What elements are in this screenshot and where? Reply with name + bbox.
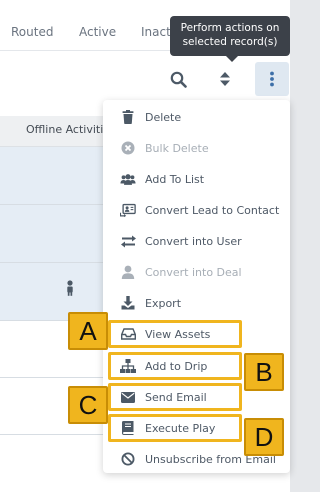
tab-inactive[interactable]: Inact: [141, 25, 171, 39]
menu-item-label: Bulk Delete: [145, 141, 209, 155]
menu-item-label: Convert Lead to Contact: [145, 203, 280, 217]
tooltip-arrow: [226, 56, 238, 62]
trash-icon: [120, 109, 136, 125]
tab-active[interactable]: Active: [79, 25, 116, 39]
actions-tooltip: Perform actions on selected record(s): [170, 16, 290, 62]
tab-routed[interactable]: Routed: [11, 25, 53, 39]
menu-item-label: Add To List: [145, 172, 205, 186]
envelope-icon: [120, 389, 136, 405]
annotation-badge-c: C: [68, 386, 108, 424]
users-icon: [120, 171, 136, 187]
menu-item-add-to-list[interactable]: Add To List: [103, 165, 290, 193]
book-icon: [120, 420, 136, 436]
menu-item-label: Convert into User: [145, 234, 242, 248]
menu-item-convert-into-user[interactable]: Convert into User: [103, 227, 290, 255]
menu-item-label: Export: [145, 296, 182, 310]
menu-item-label: Convert into Deal: [145, 265, 242, 279]
contact-card-icon: [120, 202, 136, 218]
sort-icon[interactable]: [213, 66, 237, 92]
inbox-icon: [120, 326, 136, 342]
swap-arrows-icon: [120, 233, 136, 249]
menu-item-bulk-delete[interactable]: Bulk Delete: [103, 134, 290, 162]
menu-item-convert-into-deal[interactable]: Convert into Deal: [103, 258, 290, 286]
column-header-offline-activities[interactable]: Offline Activiti: [26, 123, 103, 136]
menu-item-label: Delete: [145, 110, 182, 124]
menu-item-view-assets[interactable]: View Assets: [103, 320, 290, 348]
sitemap-icon: [120, 358, 136, 374]
menu-item-delete[interactable]: Delete: [103, 103, 290, 131]
search-icon[interactable]: [166, 66, 190, 92]
annotation-badge-a: A: [68, 312, 108, 350]
more-vertical-icon[interactable]: [255, 62, 289, 96]
menu-item-label: View Assets: [145, 327, 211, 341]
x-circle-icon: [120, 140, 136, 156]
person-icon: [120, 264, 136, 280]
tooltip-line-1: Perform actions on: [180, 22, 280, 34]
download-icon: [120, 295, 136, 311]
annotation-badge-d: D: [244, 418, 284, 456]
menu-item-label: Send Email: [145, 390, 207, 404]
menu-item-label: Execute Play: [145, 421, 216, 435]
menu-item-export[interactable]: Export: [103, 289, 290, 317]
menu-item-label: Add to Drip: [145, 359, 208, 373]
ban-icon: [120, 451, 136, 467]
menu-item-convert-lead-to-contact[interactable]: Convert Lead to Contact: [103, 196, 290, 224]
person-icon: [65, 280, 75, 300]
annotation-badge-b: B: [244, 353, 284, 391]
tooltip-line-2: selected record(s): [182, 36, 278, 48]
